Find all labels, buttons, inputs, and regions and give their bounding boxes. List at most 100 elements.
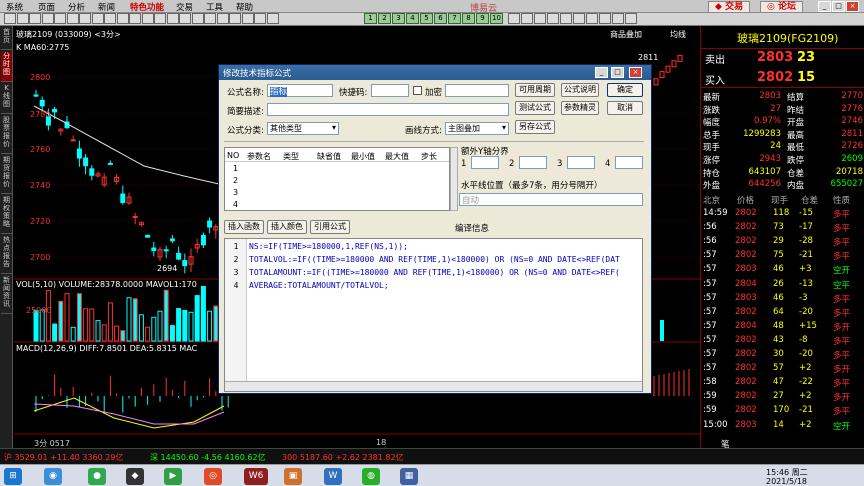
toolbar-icon[interactable] (599, 13, 611, 24)
toolbar-icon[interactable] (4, 13, 16, 24)
trading-app-icon[interactable]: W6 (244, 468, 268, 485)
hline-input[interactable]: 自动 (459, 193, 643, 206)
toolbar-num-button[interactable]: 8 (462, 13, 475, 24)
toolbar-num-button[interactable]: 5 (420, 13, 433, 24)
app-icon[interactable]: ▦ (400, 468, 418, 485)
forum-button[interactable]: ◎ 论坛 (760, 1, 804, 13)
reference-formula-button[interactable]: 引用公式 (310, 220, 350, 234)
toolbar-icon[interactable] (573, 13, 585, 24)
trade-button[interactable]: ◆ 交易 (708, 1, 751, 13)
left-tab[interactable]: 期货报价 (1, 156, 12, 194)
toolbar-icon[interactable] (521, 13, 533, 24)
code-line[interactable]: TOTALVOL:=IF((TIME>=180000 AND REF(TIME,… (249, 255, 620, 264)
menu-analysis[interactable]: 分析 (68, 1, 85, 13)
toolbar-icon[interactable] (508, 13, 520, 24)
test-formula-button[interactable]: 测试公式 (515, 101, 555, 115)
encrypt-checkbox[interactable] (413, 86, 422, 95)
toolbar-num-button[interactable]: 7 (448, 13, 461, 24)
left-tab[interactable]: 期权策略 (1, 196, 12, 234)
toolbar-icon[interactable] (612, 13, 624, 24)
menu-page[interactable]: 页面 (38, 1, 55, 13)
wechat-icon[interactable]: ◍ (362, 468, 380, 485)
toolbar-icon[interactable] (534, 13, 546, 24)
toolbar-icon[interactable] (91, 13, 104, 24)
toolbar-icon[interactable] (66, 13, 79, 24)
toolbar-icon[interactable] (625, 13, 637, 24)
left-tab[interactable]: 首页 (1, 28, 12, 50)
toolbar-icon[interactable] (154, 13, 166, 24)
toolbar-icon[interactable] (254, 13, 266, 24)
axis-input[interactable] (519, 156, 547, 169)
available-period-button[interactable]: 可用周期 (515, 83, 555, 97)
app-icon[interactable]: ● (88, 468, 106, 485)
toolbar-icon[interactable] (79, 13, 91, 24)
menu-help[interactable]: 帮助 (236, 1, 253, 13)
left-tab[interactable]: 新闻资讯 (1, 276, 12, 314)
word-icon[interactable]: W (324, 468, 342, 485)
param-wizard-button[interactable]: 参数精灵 (561, 101, 599, 115)
formula-explain-button[interactable]: 公式说明 (561, 83, 599, 97)
toolbar-icon[interactable] (229, 13, 241, 24)
commodity-overlay-button[interactable]: 商品叠加 (610, 29, 642, 40)
app-icon[interactable]: ◉ (44, 468, 62, 485)
category-select[interactable]: 其他类型 (267, 122, 339, 135)
toolbar-icon[interactable] (16, 13, 29, 24)
shortcut-input[interactable] (371, 84, 409, 97)
menu-system[interactable]: 系统 (6, 1, 23, 13)
player-icon[interactable]: ▶ (164, 468, 182, 485)
menu-news[interactable]: 新闻 (98, 1, 115, 13)
toolbar-icon[interactable] (104, 13, 116, 24)
toolbar-icon[interactable] (129, 13, 141, 24)
toolbar-icon[interactable] (586, 13, 598, 24)
toolbar-icon[interactable] (141, 13, 154, 24)
qq-icon[interactable]: ◆ (126, 468, 144, 485)
param-scrollbar[interactable] (450, 147, 458, 211)
dialog-close-button[interactable]: × (629, 67, 642, 78)
toolbar-icon[interactable] (216, 13, 229, 24)
toolbar-icon[interactable] (547, 13, 559, 24)
axis-input[interactable] (471, 156, 499, 169)
left-tab[interactable]: 分时图 (1, 52, 12, 82)
toolbar-icon[interactable] (54, 13, 66, 24)
toolbar-icon[interactable] (191, 13, 204, 24)
toolbar-num-button[interactable]: 3 (392, 13, 405, 24)
left-tab[interactable]: 热点报告 (1, 236, 12, 274)
close-button[interactable]: × (846, 1, 859, 12)
axis-input[interactable] (567, 156, 595, 169)
toolbar-icon[interactable] (179, 13, 191, 24)
toolbar-num-button[interactable]: 6 (434, 13, 447, 24)
toolbar-num-button[interactable]: 4 (406, 13, 419, 24)
description-input[interactable] (267, 103, 509, 116)
code-line[interactable]: TOTALAMOUNT:=IF((TIME>=180000 AND REF(TI… (249, 268, 620, 277)
formula-editor[interactable]: 1 NS:=IF(TIME>=180000,1,REF(NS,1)); 2 TOTAL… (224, 238, 643, 392)
dialog-maximize-button[interactable]: □ (611, 67, 624, 78)
ok-button[interactable]: 确定 (607, 83, 643, 97)
browser-icon[interactable]: ◎ (204, 468, 222, 485)
menu-trade[interactable]: 交易 (176, 1, 193, 13)
drawmode-select[interactable]: 主图叠加 (445, 122, 509, 135)
code-line[interactable]: NS:=IF(TIME>=180000,1,REF(NS,1)); (249, 242, 408, 251)
toolbar-icon[interactable] (29, 13, 41, 24)
dialog-minimize-button[interactable]: _ (595, 67, 608, 78)
toolbar-num-button[interactable]: 10 (490, 13, 503, 24)
parameter-grid[interactable]: NO 参数名 类型 缺省值 最小值 最大值 步长 1 2 3 4 (224, 147, 450, 211)
editor-hscrollbar[interactable] (225, 381, 642, 391)
toolbar-num-button[interactable]: 2 (378, 13, 391, 24)
toolbar-num-button[interactable]: 1 (364, 13, 377, 24)
toolbar-num-button[interactable]: 9 (476, 13, 489, 24)
toolbar-icon[interactable] (116, 13, 129, 24)
axis-input[interactable] (615, 156, 643, 169)
menu-tools[interactable]: 工具 (206, 1, 223, 13)
menu-special[interactable]: 特色功能 (130, 1, 164, 13)
toolbar-icon[interactable] (166, 13, 179, 24)
toolbar-icon[interactable] (266, 13, 279, 24)
save-as-button[interactable]: 另存公式 (515, 120, 555, 134)
toolbar-icon[interactable] (560, 13, 572, 24)
cancel-button[interactable]: 取消 (607, 101, 643, 115)
toolbar-icon[interactable] (241, 13, 254, 24)
password-input[interactable] (445, 84, 509, 97)
ma-toggle-button[interactable]: 均线 (670, 29, 686, 40)
minimize-button[interactable]: _ (818, 1, 831, 12)
formula-name-input[interactable]: 指标 (267, 84, 333, 97)
start-icon[interactable]: ⊞ (4, 468, 22, 485)
